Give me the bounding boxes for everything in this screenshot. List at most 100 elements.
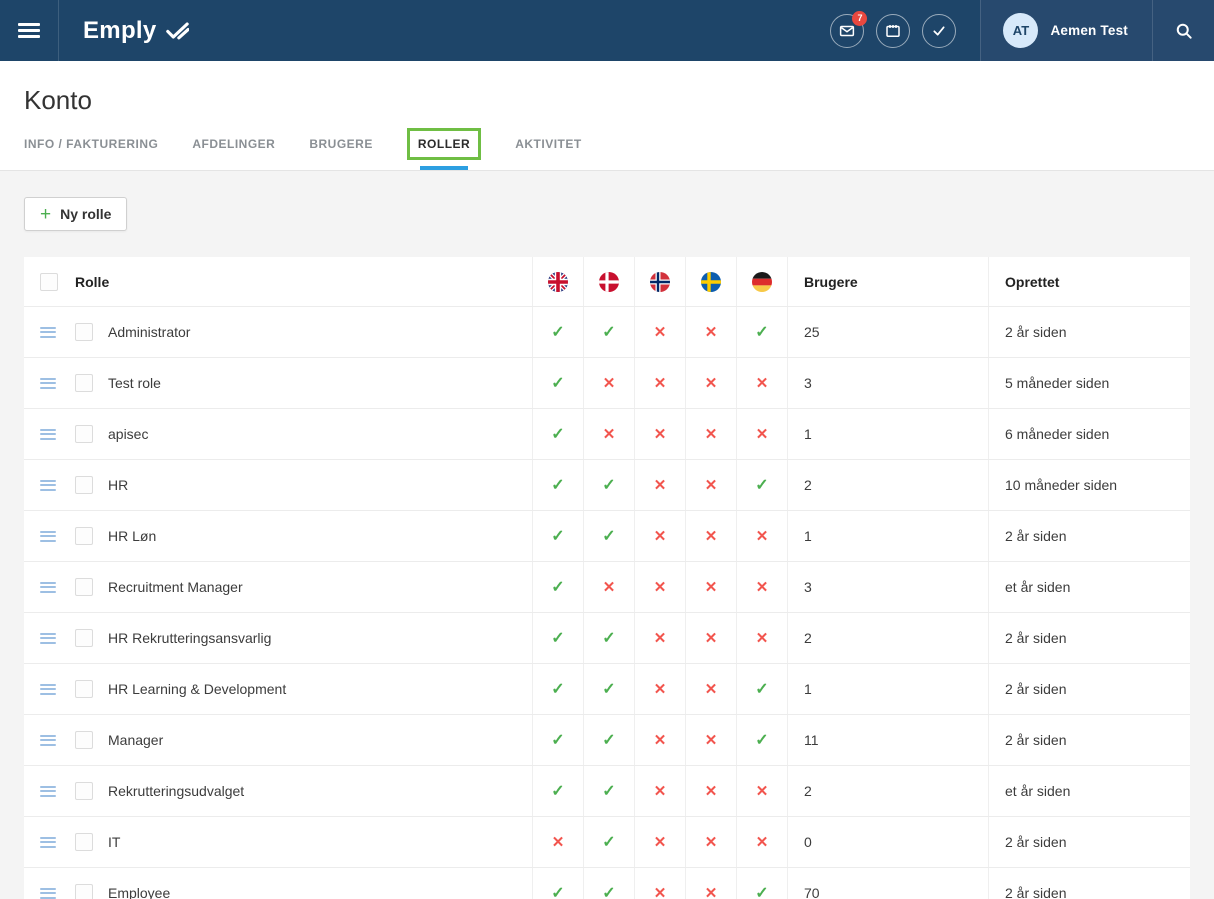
row-checkbox[interactable] [75, 374, 93, 392]
tab-afdelinger[interactable]: AFDELINGER [192, 137, 275, 151]
users-count: 3 [787, 562, 988, 612]
drag-handle-icon[interactable] [40, 579, 56, 595]
row-checkbox[interactable] [75, 680, 93, 698]
created-ago: et år siden [988, 766, 1190, 816]
calendar-button[interactable] [876, 14, 910, 48]
tab-info-fakturering[interactable]: INFO / FAKTURERING [24, 137, 158, 151]
row-checkbox[interactable] [75, 833, 93, 851]
cross-icon: ✕ [634, 562, 685, 612]
search-icon [1174, 21, 1194, 41]
drag-handle-icon[interactable] [40, 732, 56, 748]
role-name: Rekrutteringsudvalget [108, 783, 244, 799]
drag-handle-icon[interactable] [40, 783, 56, 799]
column-flag-uk [532, 257, 583, 306]
tasks-button[interactable] [922, 14, 956, 48]
check-icon: ✓ [532, 460, 583, 510]
check-icon: ✓ [532, 409, 583, 459]
row-checkbox[interactable] [75, 476, 93, 494]
table-row[interactable]: Rekrutteringsudvalget ✓ ✓ ✕ ✕ ✕ 2 et år … [24, 766, 1190, 817]
drag-handle-icon[interactable] [40, 477, 56, 493]
drag-handle-icon[interactable] [40, 528, 56, 544]
flag-sweden-icon [701, 272, 721, 292]
table-row[interactable]: Test role ✓ ✕ ✕ ✕ ✕ 3 5 måneder siden [24, 358, 1190, 409]
role-name: Manager [108, 732, 163, 748]
column-role: Rolle [75, 274, 109, 290]
drag-handle-icon[interactable] [40, 375, 56, 391]
messages-button[interactable]: 7 [830, 14, 864, 48]
check-icon [931, 23, 947, 39]
table-row[interactable]: IT ✕ ✓ ✕ ✕ ✕ 0 2 år siden [24, 817, 1190, 868]
table-row[interactable]: Recruitment Manager ✓ ✕ ✕ ✕ ✕ 3 et år si… [24, 562, 1190, 613]
role-cell: HR Learning & Development [24, 664, 532, 714]
drag-handle-icon[interactable] [40, 324, 56, 340]
cross-icon: ✕ [685, 307, 736, 357]
select-all-checkbox[interactable] [40, 273, 58, 291]
table-row[interactable]: Manager ✓ ✓ ✕ ✕ ✓ 11 2 år siden [24, 715, 1190, 766]
flag-germany-icon [752, 272, 772, 292]
row-checkbox[interactable] [75, 782, 93, 800]
drag-handle-icon[interactable] [40, 630, 56, 646]
drag-handle-icon[interactable] [40, 885, 56, 899]
table-row[interactable]: HR Learning & Development ✓ ✓ ✕ ✕ ✓ 1 2 … [24, 664, 1190, 715]
cross-icon: ✕ [583, 409, 634, 459]
users-count: 25 [787, 307, 988, 357]
row-checkbox[interactable] [75, 323, 93, 341]
cross-icon: ✕ [685, 868, 736, 899]
search-button[interactable] [1152, 0, 1214, 61]
role-cell: Manager [24, 715, 532, 765]
table-row[interactable]: Employee ✓ ✓ ✕ ✕ ✓ 70 2 år siden [24, 868, 1190, 899]
drag-handle-icon[interactable] [40, 681, 56, 697]
check-icon: ✓ [736, 307, 787, 357]
table-row[interactable]: HR Løn ✓ ✓ ✕ ✕ ✕ 1 2 år siden [24, 511, 1190, 562]
cross-icon: ✕ [685, 358, 736, 408]
tab-aktivitet[interactable]: AKTIVITET [515, 137, 582, 151]
users-count: 11 [787, 715, 988, 765]
role-cell: Administrator [24, 307, 532, 357]
role-cell: Test role [24, 358, 532, 408]
row-checkbox[interactable] [75, 527, 93, 545]
cross-icon: ✕ [736, 562, 787, 612]
app-logo-text: Emply [83, 17, 157, 45]
column-users: Brugere [787, 257, 988, 306]
role-name: Employee [108, 885, 170, 899]
cross-icon: ✕ [634, 358, 685, 408]
row-checkbox[interactable] [75, 578, 93, 596]
avatar: AT [1003, 13, 1038, 48]
check-icon: ✓ [583, 460, 634, 510]
cross-icon: ✕ [685, 715, 736, 765]
menu-button[interactable] [0, 0, 59, 61]
tab-brugere[interactable]: BRUGERE [309, 137, 373, 151]
row-checkbox[interactable] [75, 629, 93, 647]
row-checkbox[interactable] [75, 425, 93, 443]
logo-doublecheck-icon [165, 20, 189, 41]
topbar-user-zone: AT Aemen Test [980, 0, 1214, 61]
drag-handle-icon[interactable] [40, 426, 56, 442]
check-icon: ✓ [736, 868, 787, 899]
table-row[interactable]: HR ✓ ✓ ✕ ✕ ✓ 2 10 måneder siden [24, 460, 1190, 511]
tab-bar: INFO / FAKTURERING AFDELINGER BRUGERE RO… [24, 118, 1214, 170]
created-ago: 2 år siden [988, 613, 1190, 663]
active-tab-highlight-box: ROLLER [407, 128, 481, 160]
app-logo[interactable]: Emply [59, 0, 189, 61]
created-ago: 2 år siden [988, 307, 1190, 357]
tab-roller[interactable]: ROLLER [418, 137, 470, 151]
check-icon: ✓ [583, 766, 634, 816]
table-row[interactable]: Administrator ✓ ✓ ✕ ✕ ✓ 25 2 år siden [24, 307, 1190, 358]
cross-icon: ✕ [736, 766, 787, 816]
row-checkbox[interactable] [75, 731, 93, 749]
table-row[interactable]: apisec ✓ ✕ ✕ ✕ ✕ 1 6 måneder siden [24, 409, 1190, 460]
check-icon: ✓ [532, 511, 583, 561]
cross-icon: ✕ [736, 613, 787, 663]
hamburger-icon [18, 19, 40, 41]
user-menu[interactable]: AT Aemen Test [981, 0, 1152, 61]
unread-count-badge: 7 [852, 11, 867, 26]
cross-icon: ✕ [634, 460, 685, 510]
row-checkbox[interactable] [75, 884, 93, 899]
table-row[interactable]: HR Rekrutteringsansvarlig ✓ ✓ ✕ ✕ ✕ 2 2 … [24, 613, 1190, 664]
role-cell: HR Løn [24, 511, 532, 561]
cross-icon: ✕ [634, 817, 685, 867]
cross-icon: ✕ [583, 562, 634, 612]
new-role-button[interactable]: + Ny rolle [24, 197, 127, 231]
drag-handle-icon[interactable] [40, 834, 56, 850]
created-ago: et år siden [988, 562, 1190, 612]
